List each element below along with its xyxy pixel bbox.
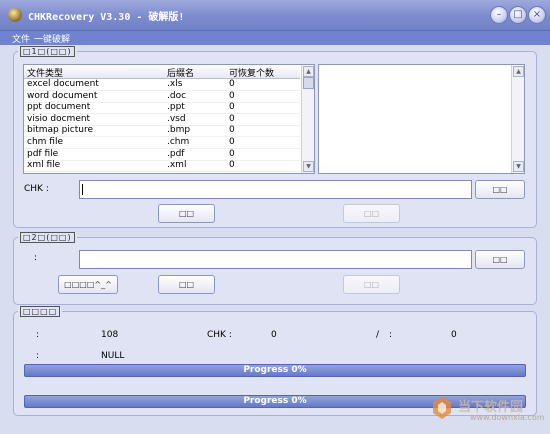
- group-step2: □2□(□□): [13, 232, 537, 305]
- step2-label: :: [34, 253, 38, 263]
- cell-extension: .chm: [167, 137, 190, 147]
- menu-file[interactable]: 文件: [12, 32, 30, 45]
- file-type-list[interactable]: 文件类型 后缀名 可恢复个数 excel document .xls 0 word d…: [23, 64, 315, 174]
- list-item[interactable]: chm file .chm 0: [24, 137, 300, 149]
- cell-file-type: bitmap picture: [27, 125, 94, 136]
- stat-chk-value: 0: [271, 330, 277, 340]
- column-file-type[interactable]: 文件类型: [27, 66, 63, 79]
- step1-primary-button[interactable]: □□: [158, 204, 215, 223]
- stat-value-2: 0: [451, 330, 457, 340]
- cell-file-type: pdf file: [27, 148, 59, 159]
- cell-count: 0: [229, 79, 235, 89]
- step1-secondary-button[interactable]: □□: [343, 204, 400, 223]
- step2-special-button[interactable]: □□□□^_^: [58, 275, 118, 294]
- menu-one-click[interactable]: 一键破解: [34, 32, 70, 45]
- list-scrollbar[interactable]: ▲ ▼: [301, 65, 314, 173]
- stat-chk-label: CHK :: [207, 330, 232, 340]
- cell-extension: .ppt: [167, 102, 185, 113]
- browse-step2-button[interactable]: □□: [475, 250, 525, 269]
- cell-count: 0: [229, 90, 235, 101]
- progress-bar-1: Progress 0%: [24, 364, 526, 377]
- window-title: CHKRecovery V3.30 - 破解版!: [28, 12, 185, 23]
- cell-count: 0: [229, 113, 235, 124]
- maximize-icon[interactable]: □: [509, 6, 527, 24]
- chk-label: CHK :: [24, 184, 49, 194]
- cell-extension: .bmp: [167, 125, 191, 136]
- menu-bar: 文件 一键破解: [0, 31, 550, 45]
- scroll-up-icon[interactable]: ▲: [513, 66, 524, 77]
- step2-path-input[interactable]: [79, 250, 472, 269]
- output-list[interactable]: ▲ ▼: [318, 64, 525, 174]
- cell-file-type: word document: [27, 90, 98, 101]
- watermark-url: www.downxia.com: [470, 413, 545, 422]
- list-header: 文件类型 后缀名 可恢复个数: [24, 65, 300, 79]
- group-step1-title: □1□(□□): [18, 46, 77, 57]
- stat-label-2: :: [389, 330, 393, 340]
- cell-extension: .pdf: [167, 148, 185, 159]
- list-item[interactable]: xml file .xml 0: [24, 160, 300, 173]
- step2-primary-button[interactable]: □□: [158, 275, 215, 294]
- stat-value-1: 108: [101, 330, 119, 340]
- stat-label-1: :: [36, 330, 40, 340]
- cell-file-type: visio docment: [27, 113, 91, 124]
- list-item[interactable]: excel document .xls 0: [24, 79, 300, 91]
- close-icon[interactable]: ×: [528, 6, 546, 24]
- output-scrollbar[interactable]: ▲ ▼: [511, 65, 524, 173]
- cell-extension: .xls: [167, 79, 183, 89]
- step2-secondary-button[interactable]: □□: [343, 275, 400, 294]
- scroll-down-icon[interactable]: ▼: [513, 161, 524, 172]
- cell-extension: .doc: [167, 90, 187, 101]
- column-extension[interactable]: 后缀名: [167, 66, 194, 79]
- cell-count: 0: [229, 160, 235, 171]
- list-item[interactable]: visio docment .vsd 0: [24, 114, 300, 126]
- cell-file-type: xml file: [27, 160, 61, 171]
- stat-label-3: :: [36, 351, 40, 361]
- title-bar: CHKRecovery V3.30 - 破解版! – □ ×: [0, 0, 550, 31]
- list-item[interactable]: word document .doc 0: [24, 91, 300, 103]
- cell-count: 0: [229, 148, 235, 159]
- scroll-up-icon[interactable]: ▲: [303, 66, 314, 77]
- stat-value-3: NULL: [101, 351, 125, 361]
- text-caret: [82, 184, 83, 195]
- column-recoverable-count[interactable]: 可恢复个数: [229, 66, 274, 79]
- cell-extension: .vsd: [167, 113, 186, 124]
- cell-extension: .xml: [167, 160, 187, 171]
- scroll-down-icon[interactable]: ▼: [303, 161, 314, 172]
- cell-file-type: excel document: [27, 79, 99, 89]
- list-item[interactable]: bitmap picture .bmp 0: [24, 125, 300, 138]
- scroll-thumb[interactable]: [303, 77, 314, 89]
- stat-slash: /: [376, 330, 380, 340]
- cell-file-type: chm file: [27, 137, 63, 147]
- group-step2-title: □2□(□□): [18, 232, 77, 243]
- group-status-title: □□□□: [18, 306, 63, 317]
- list-item[interactable]: ppt document .ppt 0: [24, 102, 300, 115]
- progress-text-1: Progress 0%: [243, 365, 307, 375]
- cell-count: 0: [229, 137, 235, 147]
- cell-count: 0: [229, 125, 235, 136]
- list-item[interactable]: pdf file .pdf 0: [24, 149, 300, 161]
- minimize-icon[interactable]: –: [490, 6, 508, 24]
- cell-count: 0: [229, 102, 235, 113]
- browse-chk-button[interactable]: □□: [475, 180, 525, 199]
- chk-path-input[interactable]: [79, 180, 472, 199]
- cell-file-type: ppt document: [27, 102, 91, 113]
- watermark-logo-icon: [433, 397, 451, 419]
- app-icon: [8, 8, 22, 22]
